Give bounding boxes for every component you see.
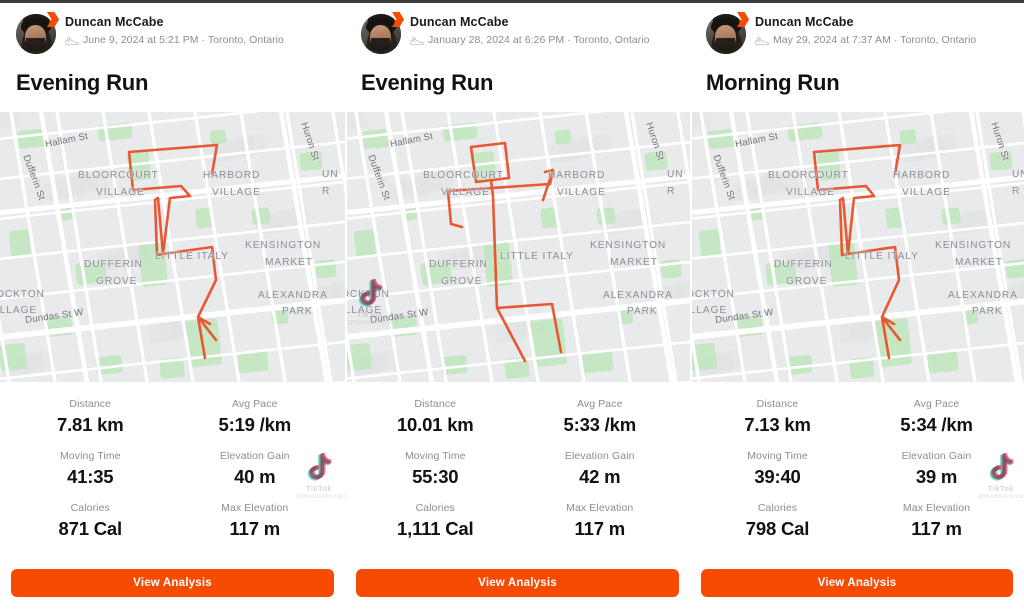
stat-item: Max Elevation 117 m xyxy=(173,502,338,540)
view-analysis-button[interactable]: View Analysis xyxy=(356,569,679,597)
activity-card: Duncan McCabe June 9, 2024 at 5:21 PM · … xyxy=(0,0,345,610)
activity-title: Evening Run xyxy=(16,70,149,95)
strava-chevron-badge-icon xyxy=(47,12,59,27)
stat-label: Distance xyxy=(69,398,112,410)
strava-chevron-badge-icon xyxy=(737,12,749,27)
stat-value: 7.81 km xyxy=(57,414,124,435)
stat-value: 10.01 km xyxy=(396,414,474,435)
stat-label: Max Elevation xyxy=(566,502,634,514)
stat-label: Elevation Gain xyxy=(901,450,972,462)
user-name[interactable]: Duncan McCabe xyxy=(65,15,284,30)
stat-value: 5:19 /km xyxy=(218,414,292,435)
stat-item: Elevation Gain 39 m xyxy=(857,450,1016,488)
stat-value: 40 m xyxy=(234,466,276,487)
avatar[interactable] xyxy=(361,12,404,54)
stat-label: Avg Pace xyxy=(576,398,623,410)
stat-label: Max Elevation xyxy=(221,502,289,514)
stat-value: 871 Cal xyxy=(58,518,123,539)
running-shoe-icon xyxy=(65,36,79,45)
stat-item: Max Elevation 117 m xyxy=(857,502,1016,540)
strava-chevron-badge-icon xyxy=(392,12,404,27)
activity-card: Duncan McCabe January 28, 2024 at 6:26 P… xyxy=(345,0,690,610)
stat-value: 5:34 /km xyxy=(900,414,973,435)
avatar[interactable] xyxy=(706,12,749,54)
avatar[interactable] xyxy=(16,12,59,54)
stats-grid: Distance 7.81 km Avg Pace 5:19 /km Moving Ti… xyxy=(0,382,345,540)
stat-value: 39 m xyxy=(915,466,958,487)
stat-label: Max Elevation xyxy=(902,502,971,514)
stat-value: 117 m xyxy=(911,518,962,539)
stat-value: 798 Cal xyxy=(745,518,810,539)
stat-item: Avg Pace 5:19 /km xyxy=(173,398,338,436)
activity-meta: January 28, 2024 at 6:26 PM · Toronto, O… xyxy=(410,34,650,46)
stat-value: 5:33 /km xyxy=(563,414,637,435)
stat-item: Distance 10.01 km xyxy=(353,398,518,436)
activity-datetime-location: June 9, 2024 at 5:21 PM · Toronto, Ontar… xyxy=(83,34,284,46)
view-analysis-button[interactable]: View Analysis xyxy=(701,569,1013,597)
stat-item: Elevation Gain 42 m xyxy=(518,450,683,488)
stat-label: Elevation Gain xyxy=(564,450,635,462)
activity-cards-screen: Duncan McCabe June 9, 2024 at 5:21 PM · … xyxy=(0,0,1024,610)
stat-item: Moving Time 41:35 xyxy=(8,450,173,488)
stat-value: 117 m xyxy=(229,518,281,539)
stat-value: 42 m xyxy=(579,466,621,487)
stat-item: Distance 7.81 km xyxy=(8,398,173,436)
stat-item: Avg Pace 5:34 /km xyxy=(857,398,1016,436)
activity-meta: May 29, 2024 at 7:37 AM · Toronto, Ontar… xyxy=(755,34,976,46)
stat-label: Avg Pace xyxy=(231,398,278,410)
stat-value: 41:35 xyxy=(67,466,114,487)
card-header: Duncan McCabe June 9, 2024 at 5:21 PM · … xyxy=(0,0,345,54)
running-shoe-icon xyxy=(410,36,424,45)
activity-title: Evening Run xyxy=(361,70,494,95)
activity-meta: June 9, 2024 at 5:21 PM · Toronto, Ontar… xyxy=(65,34,284,46)
stat-label: Calories xyxy=(415,502,455,514)
activity-card: Duncan McCabe May 29, 2024 at 7:37 AM · … xyxy=(690,0,1024,610)
stat-value: 55:30 xyxy=(412,466,459,487)
stat-label: Distance xyxy=(756,398,799,410)
route-map[interactable]: Hallam St Dufferin St Huron St Dundas St WB… xyxy=(690,112,1024,382)
card-header: Duncan McCabe January 28, 2024 at 6:26 P… xyxy=(345,0,690,54)
card-header: Duncan McCabe May 29, 2024 at 7:37 AM · … xyxy=(690,0,1024,54)
stat-item: Max Elevation 117 m xyxy=(518,502,683,540)
user-name[interactable]: Duncan McCabe xyxy=(755,15,976,30)
stat-value: 1,111 Cal xyxy=(397,518,474,539)
route-map[interactable]: Hallam St Dufferin St Huron St Dundas St WB… xyxy=(0,112,345,382)
stat-value: 39:40 xyxy=(754,466,801,487)
activity-title: Morning Run xyxy=(706,70,840,95)
stat-item: Distance 7.13 km xyxy=(698,398,857,436)
stat-label: Elevation Gain xyxy=(219,450,290,462)
stat-item: Elevation Gain 40 m xyxy=(173,450,338,488)
stat-item: Calories 871 Cal xyxy=(8,502,173,540)
stats-grid: Distance 7.13 km Avg Pace 5:34 /km Moving Ti… xyxy=(690,382,1024,540)
stat-label: Avg Pace xyxy=(913,398,960,410)
stat-label: Moving Time xyxy=(59,450,121,462)
activity-datetime-location: May 29, 2024 at 7:37 AM · Toronto, Ontar… xyxy=(773,34,977,46)
stat-label: Distance xyxy=(414,398,457,410)
stat-label: Calories xyxy=(757,502,798,514)
activity-datetime-location: January 28, 2024 at 6:26 PM · Toronto, O… xyxy=(428,34,650,46)
stat-item: Calories 798 Cal xyxy=(698,502,857,540)
stat-value: 7.13 km xyxy=(744,414,811,435)
stat-label: Moving Time xyxy=(747,450,808,462)
stat-item: Avg Pace 5:33 /km xyxy=(518,398,683,436)
stat-item: Moving Time 39:40 xyxy=(698,450,857,488)
stat-item: Moving Time 55:30 xyxy=(353,450,518,488)
top-divider xyxy=(0,0,1024,3)
stat-label: Moving Time xyxy=(404,450,466,462)
stat-label: Calories xyxy=(70,502,110,514)
view-analysis-button[interactable]: View Analysis xyxy=(11,569,334,597)
running-shoe-icon xyxy=(755,36,769,45)
stat-item: Calories 1,111 Cal xyxy=(353,502,518,540)
route-map[interactable]: Hallam St Dufferin St Huron St Dundas St WB… xyxy=(345,112,690,382)
stats-grid: Distance 10.01 km Avg Pace 5:33 /km Moving T… xyxy=(345,382,690,540)
user-name[interactable]: Duncan McCabe xyxy=(410,15,650,30)
stat-value: 117 m xyxy=(574,518,626,539)
